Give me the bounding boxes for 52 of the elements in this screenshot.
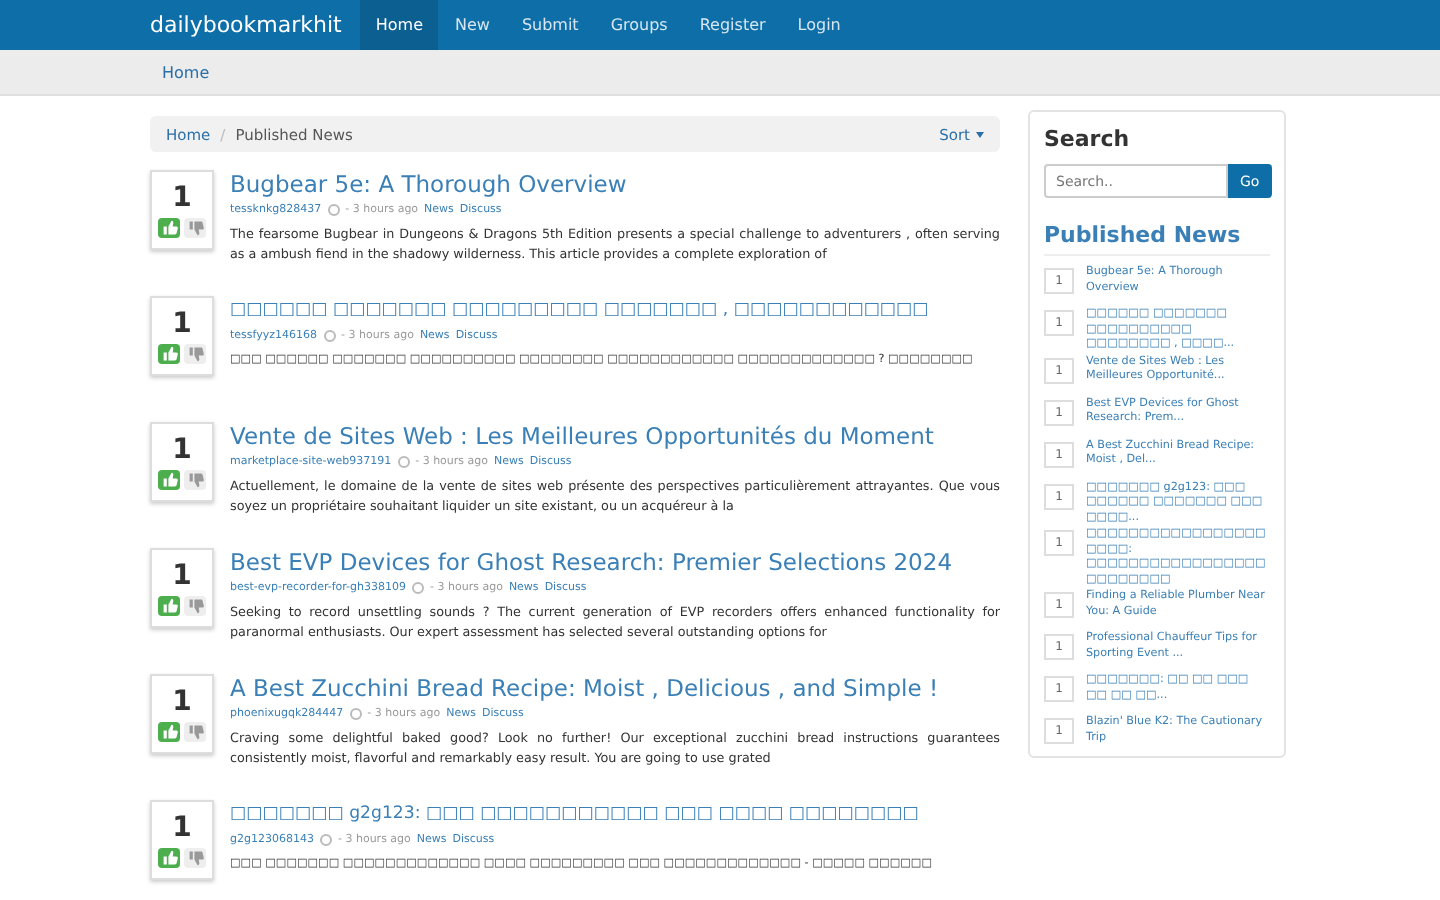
thumbs-up-icon <box>161 598 177 614</box>
post-title[interactable]: Bugbear 5e: A Thorough Overview <box>230 170 1000 200</box>
upvote-button[interactable] <box>158 470 180 490</box>
thumbs-down-icon <box>187 472 203 488</box>
clock-icon <box>323 330 336 342</box>
post-title[interactable]: Vente de Sites Web : Les Meilleures Opportunités du Moment <box>230 422 1000 452</box>
vote-count: 1 <box>172 686 192 718</box>
nav-link[interactable]: Submit <box>505 0 595 50</box>
home-link[interactable]: Home <box>162 63 210 81</box>
vote-count: 1 <box>172 560 192 592</box>
nav-link[interactable]: Groups <box>594 0 684 50</box>
vote-count: 1 <box>172 434 192 466</box>
clock-icon <box>319 834 332 846</box>
upvote-button[interactable] <box>158 722 180 742</box>
thumbs-up-icon <box>161 472 177 488</box>
vote-count: 1 <box>172 308 192 340</box>
upvote-button[interactable] <box>158 218 180 238</box>
thumbs-down-icon <box>187 850 203 866</box>
post-title[interactable]: A Best Zucchini Bread Recipe: Moist , Delicious , and Simple ! <box>230 674 1000 704</box>
nav-link[interactable]: New <box>438 0 506 50</box>
thumbs-down-icon <box>187 220 203 236</box>
clock-icon <box>397 456 410 468</box>
clock-icon <box>327 204 340 216</box>
thumbs-down-icon <box>187 346 203 362</box>
downvote-button[interactable] <box>184 596 206 616</box>
thumbs-up-icon <box>161 346 177 362</box>
clock-icon <box>412 582 425 594</box>
downvote-button[interactable] <box>184 848 206 868</box>
published-news-heading: Published News <box>1044 222 1270 256</box>
nav-link[interactable]: Login <box>781 0 857 50</box>
clock-icon <box>349 708 362 720</box>
downvote-button[interactable] <box>184 218 206 238</box>
downvote-button[interactable] <box>184 470 206 490</box>
downvote-button[interactable] <box>184 722 206 742</box>
thumbs-up-icon <box>161 850 177 866</box>
thumbs-down-icon <box>187 724 203 740</box>
upvote-button[interactable] <box>158 344 180 364</box>
upvote-button[interactable] <box>158 596 180 616</box>
thumbs-down-icon <box>187 598 203 614</box>
upvote-button[interactable] <box>158 848 180 868</box>
post-title[interactable]: Best EVP Devices for Ghost Research: Premier Selections 2024 <box>230 548 1000 578</box>
vote-count: 1 <box>172 812 192 844</box>
post-title[interactable]: □□□□□□□ g2g123: □□□ □□□□□□□□□□□ □□□ □□□□ □□□□□□□□ <box>230 800 1000 830</box>
site-brand[interactable]: dailybookmarkhit <box>150 0 342 50</box>
downvote-button[interactable] <box>184 344 206 364</box>
thumbs-up-icon <box>161 724 177 740</box>
nav-link[interactable]: Register <box>683 0 782 50</box>
thumbs-up-icon <box>161 220 177 236</box>
post-title[interactable]: □□□□□□ □□□□□□□ □□□□□□□□□ □□□□□□□ , □□□□□□□□□□□□ <box>230 296 1000 326</box>
vote-count: 1 <box>172 182 192 214</box>
search-heading: Search <box>1044 126 1132 152</box>
nav-link[interactable]: Home <box>359 0 439 50</box>
